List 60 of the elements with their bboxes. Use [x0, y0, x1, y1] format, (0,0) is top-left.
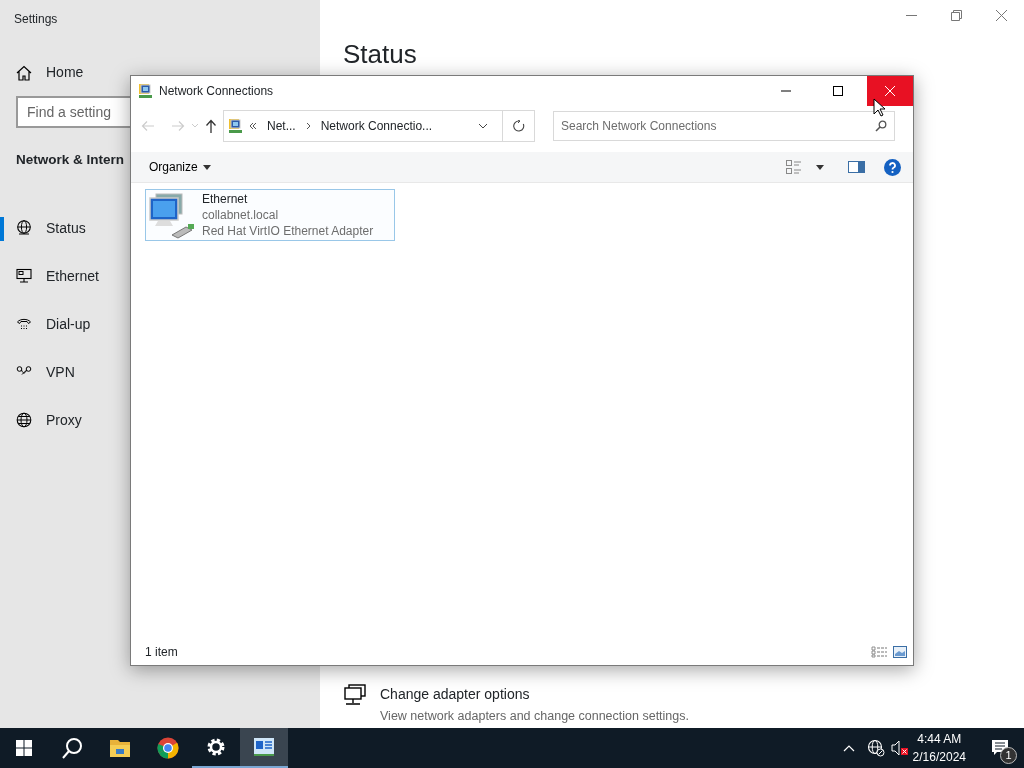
search-icon — [61, 737, 83, 759]
search-field[interactable]: Search Network Connections — [553, 111, 895, 141]
window-title: Settings — [13, 11, 59, 28]
network-folder-icon — [228, 118, 243, 134]
restore-icon[interactable] — [951, 10, 962, 21]
connection-name: Ethernet — [202, 191, 249, 207]
chevron-up-icon[interactable] — [842, 744, 855, 752]
address-bar[interactable]: Net... Network Connectio... — [223, 110, 535, 142]
item-count: 1 item — [145, 644, 179, 661]
caret-icon[interactable] — [816, 164, 824, 170]
page-heading: Status — [343, 40, 417, 70]
help-icon[interactable] — [884, 158, 901, 176]
section-title: Network & Intern — [16, 151, 124, 169]
clock[interactable]: 4:44 AM 2/16/2024 — [912, 730, 966, 766]
connection-item[interactable]: Ethernet collabnet.local Red Hat VirtIO Ethernet Adapter — [145, 189, 395, 241]
nav-item[interactable]: Status — [0, 204, 92, 253]
organize-menu[interactable]: Organize — [145, 156, 215, 178]
speaker-icon[interactable] — [890, 740, 909, 756]
nav-item[interactable]: Proxy — [0, 396, 88, 445]
notifications-button[interactable]: 1 — [976, 728, 1024, 768]
nav-item[interactable]: VPN — [0, 348, 81, 397]
nav-item[interactable]: Dial-up — [0, 300, 97, 349]
close-button[interactable] — [867, 76, 913, 106]
breadcrumb[interactable]: Net... — [267, 117, 296, 135]
home-icon — [16, 64, 32, 81]
network-connections-icon — [253, 736, 275, 758]
network-folder-icon — [138, 83, 153, 99]
nav-item[interactable]: Ethernet — [0, 252, 105, 301]
preview-pane-icon[interactable] — [848, 161, 865, 173]
windows-icon — [16, 740, 32, 756]
gear-icon — [205, 736, 227, 758]
up-arrow-icon[interactable] — [205, 119, 217, 133]
link-description: View network adapters and change connection settings. — [380, 708, 689, 725]
tiles-view-icon[interactable] — [893, 646, 907, 658]
globe-icon — [16, 412, 32, 429]
adapter-name: Red Hat VirtIO Ethernet Adapter — [202, 223, 374, 239]
window-title: Network Connections — [159, 83, 275, 100]
home-link[interactable]: Home — [46, 62, 84, 83]
monitor-icon — [16, 268, 32, 285]
close-icon — [885, 86, 895, 96]
globe-icon — [16, 220, 32, 237]
maximize-icon — [833, 86, 843, 96]
dropdown-icon[interactable] — [478, 123, 488, 129]
caret-icon — [202, 164, 211, 170]
cursor-icon — [873, 98, 885, 117]
folder-icon — [109, 737, 131, 759]
close-icon[interactable] — [996, 10, 1007, 21]
refresh-icon[interactable] — [512, 120, 525, 132]
breadcrumb[interactable]: Network Connectio... — [320, 117, 433, 135]
chevron-icon — [249, 122, 257, 130]
globe-icon[interactable] — [866, 739, 885, 757]
connection-domain: collabnet.local — [202, 207, 280, 223]
adapter-options-link[interactable]: Change adapter options — [380, 684, 689, 705]
view-options-icon[interactable] — [786, 160, 802, 174]
notification-count: 1 — [1000, 747, 1017, 764]
taskbar-app[interactable] — [240, 728, 288, 768]
monitor-icon — [344, 684, 366, 706]
search-icon — [875, 120, 887, 132]
chevron-icon — [305, 122, 311, 130]
browser-icon — [157, 737, 179, 759]
